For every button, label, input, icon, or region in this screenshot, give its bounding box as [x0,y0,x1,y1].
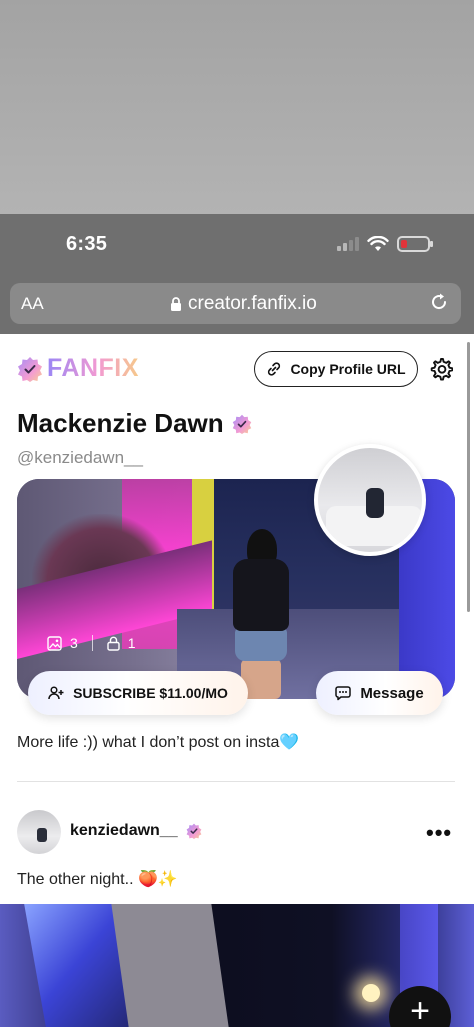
status-bar: 6:35 [0,214,474,280]
add-user-icon [48,686,64,700]
status-time: 6:35 [66,233,108,255]
profile-handle: @kenziedawn__ [17,448,143,467]
image-icon [47,635,62,651]
profile-avatar[interactable] [314,444,426,556]
subscribe-label: SUBSCRIBE $11.00/MO [73,685,228,701]
url-display[interactable]: creator.fanfix.io [170,293,317,315]
profile-bio: More life :)) what I don’t post on insta… [17,734,300,751]
logo-text: FANFIX [47,354,139,382]
message-label: Message [360,684,424,702]
web-page: FANFIX Copy Profile URL Mackenzie Dawn @… [0,334,474,1027]
post-author[interactable]: kenziedawn__ [70,822,202,840]
copy-profile-url-button[interactable]: Copy Profile URL [254,351,418,387]
link-icon [268,362,281,376]
gear-icon[interactable] [429,357,453,381]
verified-badge-icon [186,823,201,839]
profile-name-text: Mackenzie Dawn [17,408,224,438]
locked-count: 1 [127,635,136,651]
banner-person [229,529,297,699]
post-avatar[interactable] [17,810,61,854]
verified-badge-icon [232,414,251,434]
reload-icon[interactable] [429,292,449,312]
lock-icon [171,296,181,311]
profile-name: Mackenzie Dawn [17,408,252,439]
url-text: creator.fanfix.io [188,293,317,314]
message-button[interactable]: Message [316,671,443,715]
verified-badge-icon [18,356,42,382]
browser-toolbar: AA creator.fanfix.io [0,280,474,334]
lock-icon [107,636,120,651]
subscribe-button[interactable]: SUBSCRIBE $11.00/MO [28,671,248,715]
post-username: kenziedawn__ [70,822,178,839]
plus-icon: + [410,992,430,1027]
divider [17,781,455,782]
battery-icon [397,236,433,252]
page-backdrop [0,0,474,214]
media-count: 3 [70,635,78,651]
address-bar[interactable]: AA creator.fanfix.io [10,283,461,324]
scrollbar[interactable] [467,342,470,612]
chat-icon [335,686,352,701]
content-stats: 3 1 [47,635,136,651]
text-size-button[interactable]: AA [21,294,44,314]
fanfix-logo[interactable]: FANFIX [17,354,139,383]
status-icons [337,236,433,252]
copy-profile-url-label: Copy Profile URL [290,361,406,377]
wifi-icon [367,236,389,251]
post-caption: The other night.. 🍑✨ [17,871,178,888]
cellular-signal-icon [337,237,359,251]
post-more-options-icon[interactable]: ••• [426,820,452,846]
